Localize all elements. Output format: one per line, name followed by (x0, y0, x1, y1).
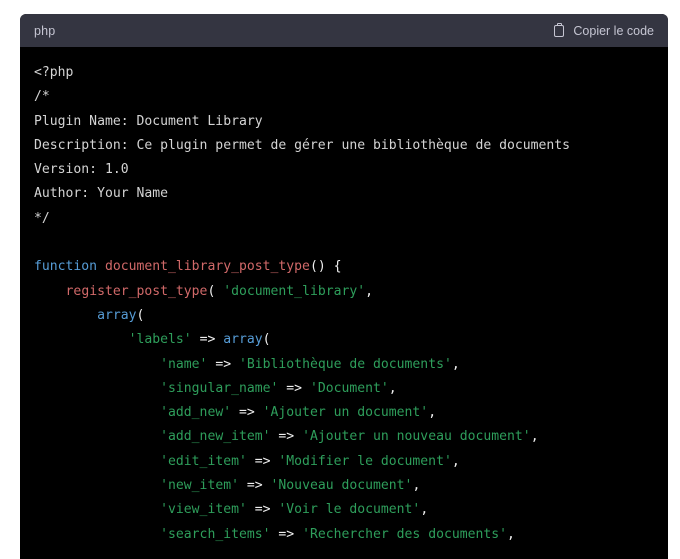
code-token-string: 'Rechercher des documents' (302, 526, 508, 542)
code-token-punct: ( (136, 307, 145, 323)
code-token-string: 'singular_name' (160, 380, 279, 396)
code-token-comment: */ (34, 210, 50, 226)
code-token-punct: , (451, 453, 460, 469)
clipboard-icon (553, 23, 566, 38)
code-token-function: register_post_type (65, 283, 208, 299)
code-token-builtin: array (223, 332, 263, 348)
code-token-punct: , (507, 526, 515, 542)
code-token-string: 'view_item' (160, 502, 247, 518)
code-token-string: 'document_library' (223, 283, 366, 299)
code-line: 'name' => 'Bibliothèque de documents', (34, 353, 654, 377)
code-token-string: 'search_items' (160, 526, 271, 542)
code-token-op: => (270, 526, 303, 542)
code-line: 'add_new' => 'Ajouter un document', (34, 401, 654, 425)
code-token-string: 'Modifier le document' (278, 453, 452, 469)
code-block: php Copier le code <?php /* Plugin Name: D… (20, 14, 668, 559)
code-token-string: 'Nouveau document' (270, 478, 413, 494)
code-line: 'view_item' => 'Voir le document', (34, 498, 654, 522)
code-token-string: 'Ajouter un document' (262, 405, 429, 421)
code-line: ​ (34, 231, 654, 255)
code-token-punct: ( (262, 332, 271, 348)
code-token-keyword: function (34, 259, 98, 275)
code-token-builtin: array (97, 307, 137, 323)
code-line: */ (34, 207, 654, 231)
code-token-string: 'edit_item' (160, 453, 247, 469)
code-token-op: => (246, 502, 279, 518)
code-line: 'labels' => array( (34, 328, 654, 352)
code-line: array( (34, 304, 654, 328)
code-token-op: => (231, 405, 263, 421)
code-line: Version: 1.0 (34, 158, 654, 182)
code-token-string: 'Voir le document' (278, 502, 421, 518)
code-token-string: 'labels' (128, 332, 192, 348)
code-token-comment: Plugin Name: Document Library (34, 113, 263, 129)
code-content-area[interactable]: <?php /* Plugin Name: Document Library Desc… (20, 47, 668, 559)
code-token-string: 'add_new_item' (160, 429, 271, 445)
code-token-op: => (191, 332, 224, 348)
code-text: <?php /* Plugin Name: Document Library Desc… (20, 61, 668, 547)
code-token-punct: , (530, 429, 539, 445)
code-token-comment: Author: Your Name (34, 186, 169, 202)
code-token-op: => (278, 380, 310, 396)
code-token-op: => (246, 453, 279, 469)
code-token-comment: Version: 1.0 (34, 162, 129, 178)
code-token-op: => (207, 356, 239, 372)
code-token-op: => (270, 429, 303, 445)
code-line: Plugin Name: Document Library (34, 110, 654, 134)
code-line: 'search_items' => 'Rechercher des docume… (34, 523, 654, 547)
code-token-comment: /* (34, 89, 50, 105)
code-line: register_post_type( 'document_library', (34, 280, 654, 304)
code-token-punct: , (420, 502, 429, 518)
code-language-label: php (34, 23, 56, 38)
code-block-header: php Copier le code (20, 14, 668, 47)
code-line: Author: Your Name (34, 182, 654, 206)
code-token-punct: () { (309, 259, 342, 275)
code-token-string: 'Document' (309, 380, 389, 396)
code-token-punct: , (428, 405, 437, 421)
code-token-function: document_library_post_type (104, 259, 310, 275)
code-token-string: 'Bibliothèque de documents' (239, 356, 452, 372)
code-token-string: 'Ajouter un nouveau document' (302, 429, 531, 445)
code-line: 'add_new_item' => 'Ajouter un nouveau do… (34, 425, 654, 449)
code-line: <?php (34, 61, 654, 85)
code-token-punct: , (365, 283, 374, 299)
code-line: function document_library_post_type() { (34, 255, 654, 279)
code-token-punct: ( (207, 283, 224, 299)
code-line: Description: Ce plugin permet de gérer u… (34, 134, 654, 158)
code-line: /* (34, 85, 654, 109)
code-token-string: 'new_item' (160, 478, 239, 494)
code-token-tag: <?php (34, 65, 74, 80)
code-token-comment: Description: Ce plugin permet de gérer u… (34, 137, 571, 153)
code-line: 'new_item' => 'Nouveau document', (34, 474, 654, 498)
code-token-string: 'add_new' (160, 405, 232, 421)
code-line: 'singular_name' => 'Document', (34, 377, 654, 401)
code-token-string: 'name' (160, 356, 208, 372)
code-line: 'edit_item' => 'Modifier le document', (34, 450, 654, 474)
copy-code-label: Copier le code (573, 23, 654, 38)
code-token-punct: , (412, 478, 421, 494)
code-token-op: => (238, 478, 271, 494)
code-token-punct: , (451, 356, 460, 372)
code-token-punct: , (388, 380, 397, 396)
copy-code-button[interactable]: Copier le code (553, 23, 654, 38)
code-token-punct (97, 259, 105, 274)
